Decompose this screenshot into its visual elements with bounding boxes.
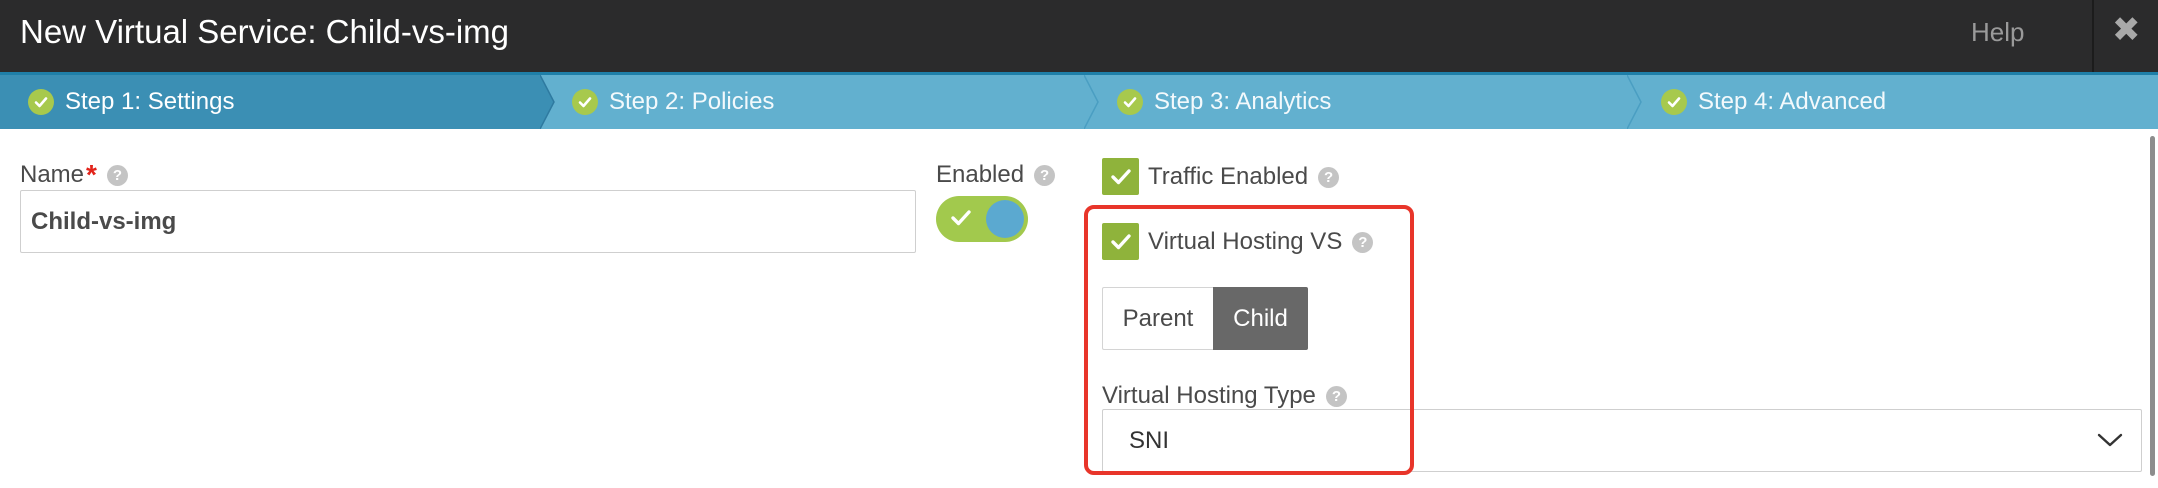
check-circle-icon — [572, 89, 598, 115]
help-icon[interactable]: ? — [1318, 166, 1340, 188]
toggle-knob — [986, 200, 1024, 238]
name-label: Name — [20, 161, 85, 188]
tab-step-settings[interactable]: Step 1: Settings — [28, 75, 234, 129]
header-divider — [2092, 0, 2094, 72]
checkmark-icon — [951, 210, 971, 226]
check-circle-icon — [1661, 89, 1687, 115]
name-label-group: Name * ? — [20, 161, 128, 189]
step-label: Step 2: Policies — [609, 88, 775, 115]
traffic-enabled-checkbox[interactable] — [1102, 158, 1139, 195]
checkmark-icon — [1110, 168, 1131, 184]
check-circle-icon — [1117, 89, 1143, 115]
modal-title: New Virtual Service: Child-vs-img — [20, 13, 510, 50]
scrollbar[interactable] — [2150, 136, 2155, 476]
enabled-label: Enabled — [936, 161, 1025, 188]
tab-step-analytics[interactable]: Step 3: Analytics — [1117, 75, 1331, 129]
tab-step-advanced[interactable]: Step 4: Advanced — [1661, 75, 1886, 129]
modal-header: New Virtual Service: Child-vs-img Help ✖ — [0, 0, 2158, 72]
help-icon[interactable]: ? — [1034, 164, 1056, 186]
tab-step-policies[interactable]: Step 2: Policies — [572, 75, 774, 129]
enabled-toggle[interactable] — [936, 196, 1028, 242]
name-input[interactable] — [20, 190, 916, 253]
traffic-enabled-label: Traffic Enabled — [1148, 163, 1309, 190]
enabled-label-group: Enabled ? — [936, 161, 1056, 189]
traffic-enabled-label-group: Traffic Enabled ? — [1148, 163, 1340, 191]
wizard-steps: Step 1: Settings Step 2: Policies Step 3… — [0, 75, 2158, 129]
check-circle-icon — [28, 89, 54, 115]
step-label: Step 4: Advanced — [1698, 88, 1887, 115]
close-icon[interactable]: ✖ — [2112, 10, 2141, 50]
help-link[interactable]: Help — [1971, 17, 2024, 48]
highlight-annotation — [1084, 205, 1414, 475]
chevron-down-icon — [2097, 433, 2123, 447]
step-label: Step 1: Settings — [65, 88, 235, 115]
help-icon[interactable]: ? — [106, 164, 128, 186]
step-label: Step 3: Analytics — [1154, 88, 1332, 115]
required-asterisk: * — [86, 159, 97, 190]
